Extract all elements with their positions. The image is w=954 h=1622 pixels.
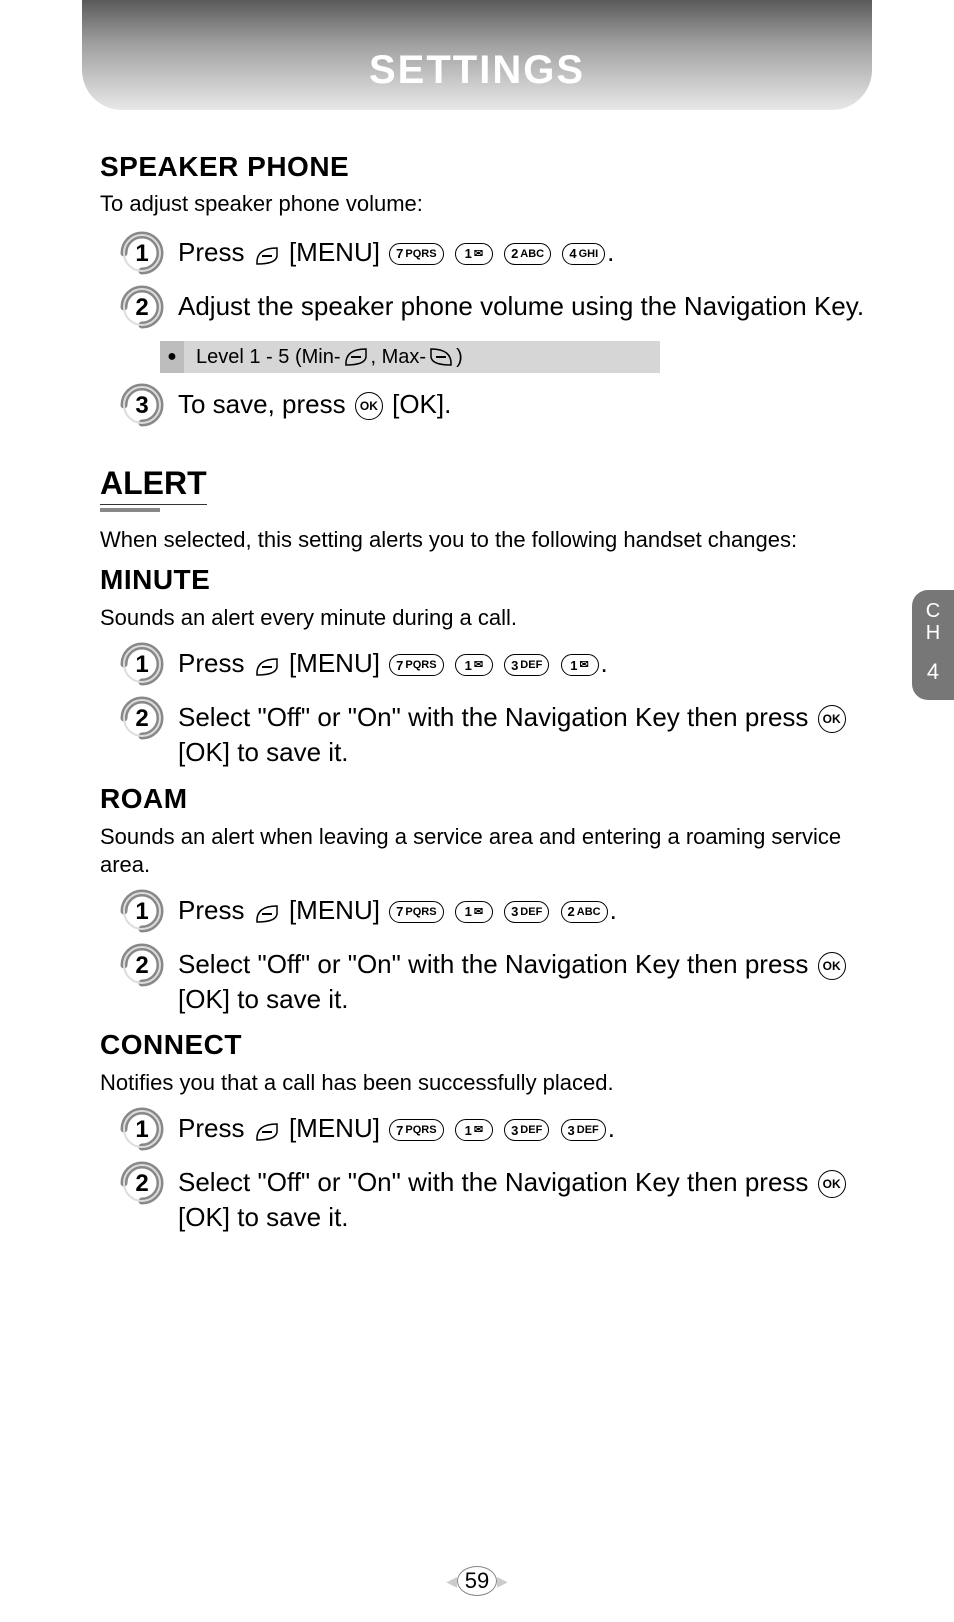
svg-text:1: 1 <box>135 651 148 678</box>
roam-desc: Sounds an alert when leaving a service a… <box>100 823 880 879</box>
step-number-icon: 2 <box>120 1161 164 1205</box>
roam-step-1: 1 Press [MENU] 7PQRS 1✉ 3DEF 2ABC. <box>120 893 880 933</box>
right-triangle-icon: ▶ <box>497 1573 508 1590</box>
connect-title: CONNECT <box>100 1029 880 1061</box>
step-text: Select "Off" or "On" with the Navigation… <box>178 702 808 732</box>
chapter-tab: C H 4 <box>912 590 954 700</box>
key-2-icon: 2ABC <box>561 901 608 923</box>
level-note: ● Level 1 - 5 (Min- , Max- ) <box>160 341 660 373</box>
ok-label: [OK] <box>178 737 230 767</box>
page-number: ◀ 59 ▶ <box>0 1566 954 1596</box>
key-1-icon: 1✉ <box>455 901 493 923</box>
step-number-icon: 1 <box>120 1107 164 1151</box>
step-text: Select "Off" or "On" with the Navigation… <box>178 1167 808 1197</box>
step-number-icon: 1 <box>120 889 164 933</box>
left-softkey-icon <box>254 237 280 272</box>
svg-text:2: 2 <box>135 294 148 321</box>
left-softkey-icon <box>254 648 280 683</box>
svg-text:2: 2 <box>135 705 148 732</box>
step-text: Press <box>178 237 244 267</box>
page-header: SETTINGS <box>82 0 872 110</box>
step-number-icon: 2 <box>120 696 164 740</box>
page-content: SPEAKER PHONE To adjust speaker phone vo… <box>100 145 880 1247</box>
left-triangle-icon: ◀ <box>446 1573 457 1590</box>
left-softkey-icon <box>254 1113 280 1148</box>
speaker-sub: To adjust speaker phone volume: <box>100 191 880 217</box>
roam-title: ROAM <box>100 783 880 815</box>
step-text: Press <box>178 895 244 925</box>
ok-key-icon: OK <box>355 392 383 420</box>
step-text: To save, press <box>178 389 346 419</box>
key-1-icon: 1✉ <box>455 1119 493 1141</box>
minute-title: MINUTE <box>100 564 880 596</box>
note-body: Level 1 - 5 (Min- , Max- ) <box>184 341 660 373</box>
ok-label: [OK] <box>178 1202 230 1232</box>
key-7-icon: 7PQRS <box>389 654 443 676</box>
step-text: Adjust the speaker phone volume using th… <box>178 289 880 324</box>
ok-key-icon: OK <box>818 705 846 733</box>
menu-label: [MENU] <box>289 237 380 267</box>
menu-label: [MENU] <box>289 648 380 678</box>
key-7-icon: 7PQRS <box>389 1119 443 1141</box>
key-2-icon: 2ABC <box>504 243 551 265</box>
svg-text:3: 3 <box>135 392 148 419</box>
step-number-icon: 3 <box>120 383 164 427</box>
connect-step-1: 1 Press [MENU] 7PQRS 1✉ 3DEF 3DEF. <box>120 1111 880 1151</box>
key-1-icon: 1✉ <box>455 654 493 676</box>
step-text: Select "Off" or "On" with the Navigation… <box>178 949 808 979</box>
key-4-icon: 4GHI <box>562 243 605 265</box>
svg-text:1: 1 <box>135 240 148 267</box>
chapter-tab-c: C <box>912 600 954 622</box>
page-number-value: 59 <box>457 1566 497 1596</box>
key-1-icon: 1✉ <box>455 243 493 265</box>
minute-step-1: 1 Press [MENU] 7PQRS 1✉ 3DEF 1✉. <box>120 646 880 686</box>
ok-label: [OK] <box>178 984 230 1014</box>
ok-label: [OK] <box>392 389 444 419</box>
svg-text:2: 2 <box>135 952 148 979</box>
step-number-icon: 1 <box>120 231 164 275</box>
left-softkey-icon <box>343 346 369 369</box>
step-number-icon: 2 <box>120 285 164 329</box>
svg-text:2: 2 <box>135 1170 148 1197</box>
right-softkey-icon <box>428 346 454 369</box>
key-7-icon: 7PQRS <box>389 243 443 265</box>
step-text: Press <box>178 1113 244 1143</box>
ok-key-icon: OK <box>818 1170 846 1198</box>
key-3-icon: 3DEF <box>561 1119 606 1141</box>
step-text-end: . <box>607 237 614 267</box>
chapter-tab-num: 4 <box>912 660 954 684</box>
minute-step-2: 2 Select "Off" or "On" with the Navigati… <box>120 700 880 770</box>
key-3-icon: 3DEF <box>504 654 549 676</box>
page-header-title: SETTINGS <box>369 48 585 93</box>
key-7-icon: 7PQRS <box>389 901 443 923</box>
step-number-icon: 2 <box>120 943 164 987</box>
speaker-step-3: 3 To save, press OK [OK]. <box>120 387 880 427</box>
left-softkey-icon <box>254 894 280 929</box>
step-number-icon: 1 <box>120 642 164 686</box>
ok-key-icon: OK <box>818 952 846 980</box>
connect-step-2: 2 Select "Off" or "On" with the Navigati… <box>120 1165 880 1235</box>
svg-text:1: 1 <box>135 898 148 925</box>
svg-text:1: 1 <box>135 1116 148 1143</box>
speaker-step-2: 2 Adjust the speaker phone volume using … <box>120 289 880 329</box>
chapter-tab-h: H <box>912 622 954 644</box>
menu-label: [MENU] <box>289 895 380 925</box>
speaker-title: SPEAKER PHONE <box>100 151 880 183</box>
bullet-icon: ● <box>160 341 184 373</box>
speaker-step-1: 1 Press [MENU] 7PQRS 1✉ 2ABC 4GHI. <box>120 235 880 275</box>
roam-step-2: 2 Select "Off" or "On" with the Navigati… <box>120 947 880 1017</box>
alert-desc: When selected, this setting alerts you t… <box>100 526 880 554</box>
connect-desc: Notifies you that a call has been succes… <box>100 1069 880 1097</box>
menu-label: [MENU] <box>289 1113 380 1143</box>
minute-desc: Sounds an alert every minute during a ca… <box>100 604 880 632</box>
title-underline <box>100 508 160 512</box>
key-3-icon: 3DEF <box>504 1119 549 1141</box>
key-3-icon: 3DEF <box>504 901 549 923</box>
step-text: Press <box>178 648 244 678</box>
key-1-icon: 1✉ <box>561 654 599 676</box>
alert-title: ALERT <box>100 465 207 505</box>
